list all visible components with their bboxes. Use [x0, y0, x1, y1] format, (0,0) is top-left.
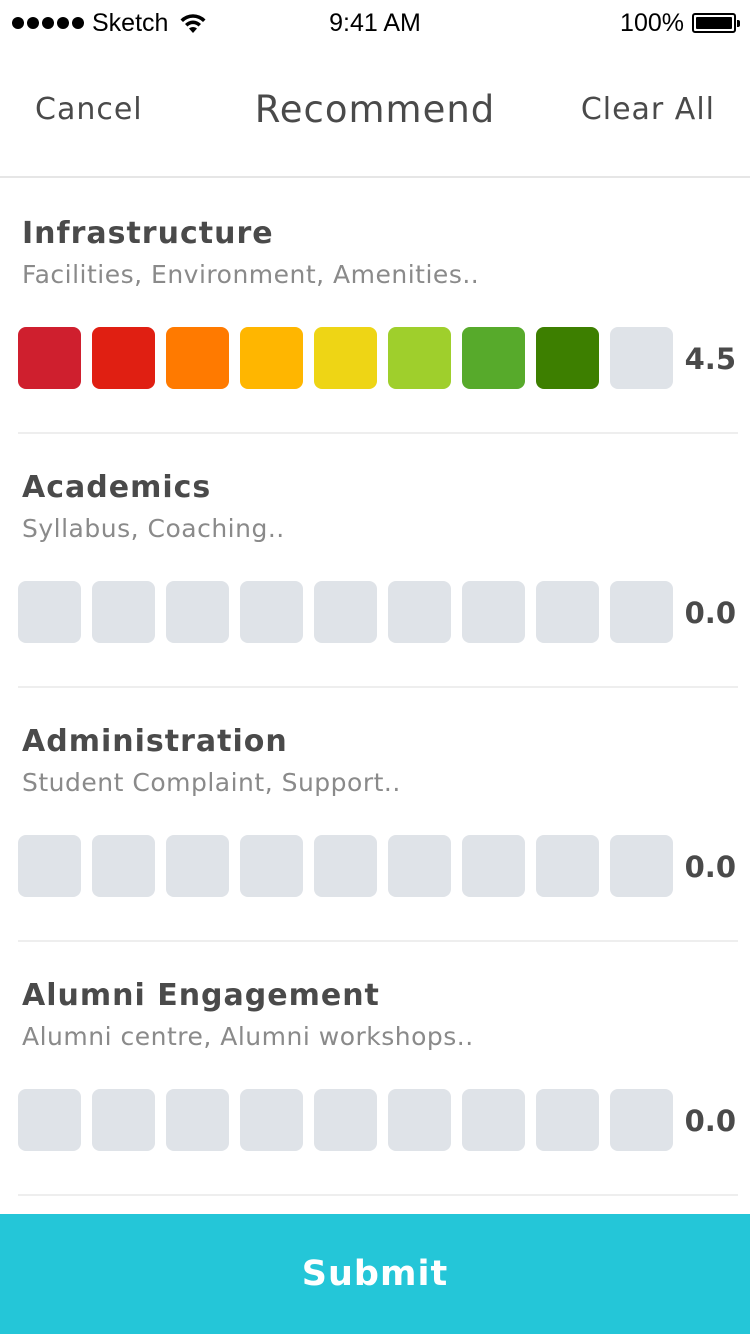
category-title: Administration [22, 724, 288, 759]
rating-box-7[interactable] [462, 1089, 525, 1151]
rating-scale [18, 327, 673, 389]
rating-value: 4.5 [684, 342, 736, 376]
rating-box-6[interactable] [388, 581, 451, 643]
rating-box-5[interactable] [314, 835, 377, 897]
category-title: Infrastructure [22, 216, 274, 251]
category-title: Alumni Engagement [22, 978, 380, 1013]
rating-scale [18, 1089, 673, 1151]
rating-box-4[interactable] [240, 1089, 303, 1151]
rating-box-9[interactable] [610, 835, 673, 897]
rating-box-1[interactable] [18, 327, 81, 389]
rating-box-9[interactable] [610, 1089, 673, 1151]
rating-box-9[interactable] [610, 581, 673, 643]
rating-box-6[interactable] [388, 327, 451, 389]
rating-value: 0.0 [684, 1104, 736, 1138]
rating-box-3[interactable] [166, 327, 229, 389]
rating-box-6[interactable] [388, 1089, 451, 1151]
rating-box-2[interactable] [92, 327, 155, 389]
category-infrastructure: Infrastructure Facilities, Environment, … [18, 180, 738, 434]
submit-button[interactable]: Submit [0, 1214, 750, 1334]
rating-box-6[interactable] [388, 835, 451, 897]
rating-box-1[interactable] [18, 1089, 81, 1151]
rating-box-5[interactable] [314, 1089, 377, 1151]
rating-box-3[interactable] [166, 835, 229, 897]
category-subtitle: Alumni centre, Alumni workshops.. [22, 1022, 474, 1051]
category-subtitle: Facilities, Environment, Amenities.. [22, 260, 480, 289]
rating-scale [18, 581, 673, 643]
rating-box-4[interactable] [240, 327, 303, 389]
rating-box-4[interactable] [240, 835, 303, 897]
rating-box-2[interactable] [92, 835, 155, 897]
rating-box-1[interactable] [18, 581, 81, 643]
rating-box-7[interactable] [462, 835, 525, 897]
category-subtitle: Student Complaint, Support.. [22, 768, 401, 797]
rating-box-8[interactable] [536, 1089, 599, 1151]
rating-box-2[interactable] [92, 1089, 155, 1151]
category-alumni-engagement: Alumni Engagement Alumni centre, Alumni … [18, 942, 738, 1196]
rating-box-2[interactable] [92, 581, 155, 643]
status-bar: Sketch 9:41 AM 100% [0, 0, 750, 40]
rating-value: 0.0 [684, 596, 736, 630]
rating-value: 0.0 [684, 850, 736, 884]
divider [18, 1194, 738, 1196]
rating-box-7[interactable] [462, 581, 525, 643]
category-administration: Administration Student Complaint, Suppor… [18, 688, 738, 942]
category-academics: Academics Syllabus, Coaching.. 0.0 [18, 434, 738, 688]
rating-box-1[interactable] [18, 835, 81, 897]
battery-icon [692, 13, 740, 33]
rating-box-3[interactable] [166, 1089, 229, 1151]
rating-box-9[interactable] [610, 327, 673, 389]
rating-box-4[interactable] [240, 581, 303, 643]
rating-box-8[interactable] [536, 327, 599, 389]
rating-scale [18, 835, 673, 897]
category-subtitle: Syllabus, Coaching.. [22, 514, 285, 543]
nav-bar: Cancel Recommend Clear All [0, 40, 750, 178]
category-title: Academics [22, 470, 212, 505]
clear-all-button[interactable]: Clear All [581, 92, 715, 127]
rating-box-3[interactable] [166, 581, 229, 643]
rating-box-8[interactable] [536, 581, 599, 643]
battery-percent: 100% [620, 8, 684, 37]
rating-box-5[interactable] [314, 327, 377, 389]
rating-box-7[interactable] [462, 327, 525, 389]
rating-box-8[interactable] [536, 835, 599, 897]
status-right: 100% [620, 8, 740, 38]
rating-box-5[interactable] [314, 581, 377, 643]
